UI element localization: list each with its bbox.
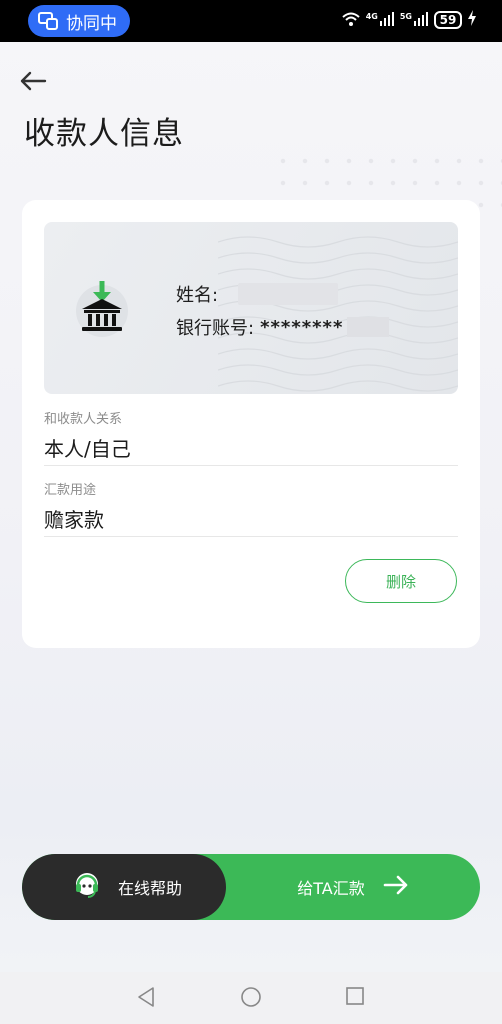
battery-indicator: 59 (434, 11, 462, 29)
status-bar: 协同中 4G 5G 59 (0, 0, 502, 42)
triangle-back-icon (138, 987, 154, 1007)
arrow-right-icon (383, 875, 409, 899)
account-number-masked: ******** (260, 316, 344, 338)
signal-icon (379, 11, 394, 30)
masked-name (238, 283, 339, 305)
back-button[interactable] (18, 68, 48, 94)
collab-status-pill[interactable]: 协同中 (28, 5, 130, 37)
delete-button[interactable]: 删除 (345, 559, 457, 603)
relationship-label: 和收款人关系 (44, 412, 123, 427)
collab-label: 协同中 (66, 13, 117, 34)
masked-account-tail (347, 317, 390, 337)
wifi-icon (342, 11, 360, 30)
arrow-left-icon (20, 71, 47, 91)
signal-icon (414, 11, 428, 30)
headset-icon (74, 871, 100, 903)
bank-banner: 姓名: 银行账号: ******** (44, 222, 458, 394)
nav-home-button[interactable] (240, 986, 262, 1012)
divider (44, 536, 458, 537)
payee-name-row: 姓名: (176, 281, 339, 307)
wave-pattern (218, 236, 458, 392)
name-label: 姓名: (176, 285, 219, 306)
transfer-label: 给TA汇款 (297, 879, 365, 898)
status-icons: 4G 5G 59 (342, 10, 476, 30)
online-help-button[interactable]: 在线帮助 (22, 854, 226, 920)
relationship-value: 本人/自己 (44, 437, 131, 461)
transfer-button[interactable]: 给TA汇款 (226, 854, 480, 920)
account-label: 银行账号: (176, 318, 255, 339)
help-label: 在线帮助 (118, 879, 183, 898)
account-number-row: 银行账号: ******** (176, 314, 390, 340)
screen-share-icon (38, 12, 58, 30)
charging-icon (468, 10, 476, 30)
nav-recents-button[interactable] (345, 986, 365, 1010)
network-label-5g: 5G (399, 11, 412, 21)
square-recents-icon (346, 987, 364, 1005)
nav-back-button[interactable] (136, 986, 156, 1012)
system-nav-bar (0, 972, 502, 1024)
network-label-4g: 4G (365, 11, 378, 21)
purpose-label: 汇款用途 (44, 483, 97, 498)
page-title: 收款人信息 (24, 116, 184, 152)
bank-icon (74, 277, 130, 339)
purpose-value: 赡家款 (44, 508, 104, 532)
divider (44, 465, 458, 466)
circle-home-icon (241, 987, 261, 1007)
payee-card: 姓名: 银行账号: ******** 和收款人关系 本人/自己 汇款用途 赡家款… (22, 200, 480, 648)
bottom-action-bar: 给TA汇款 在线帮助 (22, 854, 480, 920)
